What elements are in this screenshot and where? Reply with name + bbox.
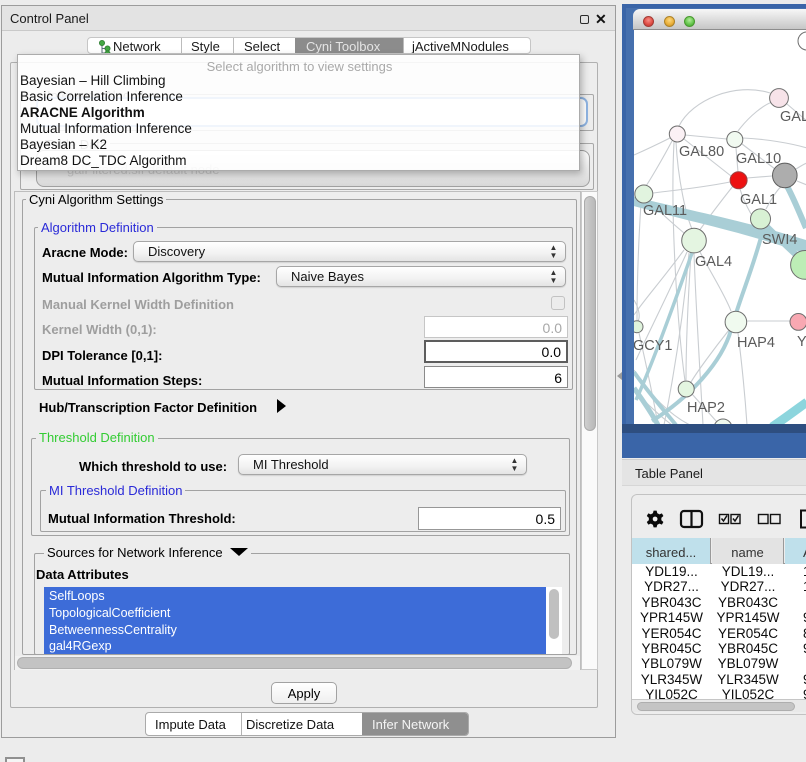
svg-text:GAL4: GAL4 bbox=[695, 254, 732, 270]
svg-text:GAL7: GAL7 bbox=[780, 109, 806, 125]
svg-text:SWI4: SWI4 bbox=[762, 232, 797, 248]
svg-text:HAP4: HAP4 bbox=[737, 335, 775, 351]
svg-text:GCY1: GCY1 bbox=[634, 338, 673, 354]
svg-text:GAL10: GAL10 bbox=[736, 151, 781, 167]
svg-text:GAL80: GAL80 bbox=[679, 144, 724, 160]
svg-text:HAP2: HAP2 bbox=[687, 400, 725, 416]
svg-text:GAL11: GAL11 bbox=[643, 203, 687, 219]
svg-text:GAL1: GAL1 bbox=[740, 192, 777, 208]
svg-text:Y: Y bbox=[797, 334, 806, 350]
